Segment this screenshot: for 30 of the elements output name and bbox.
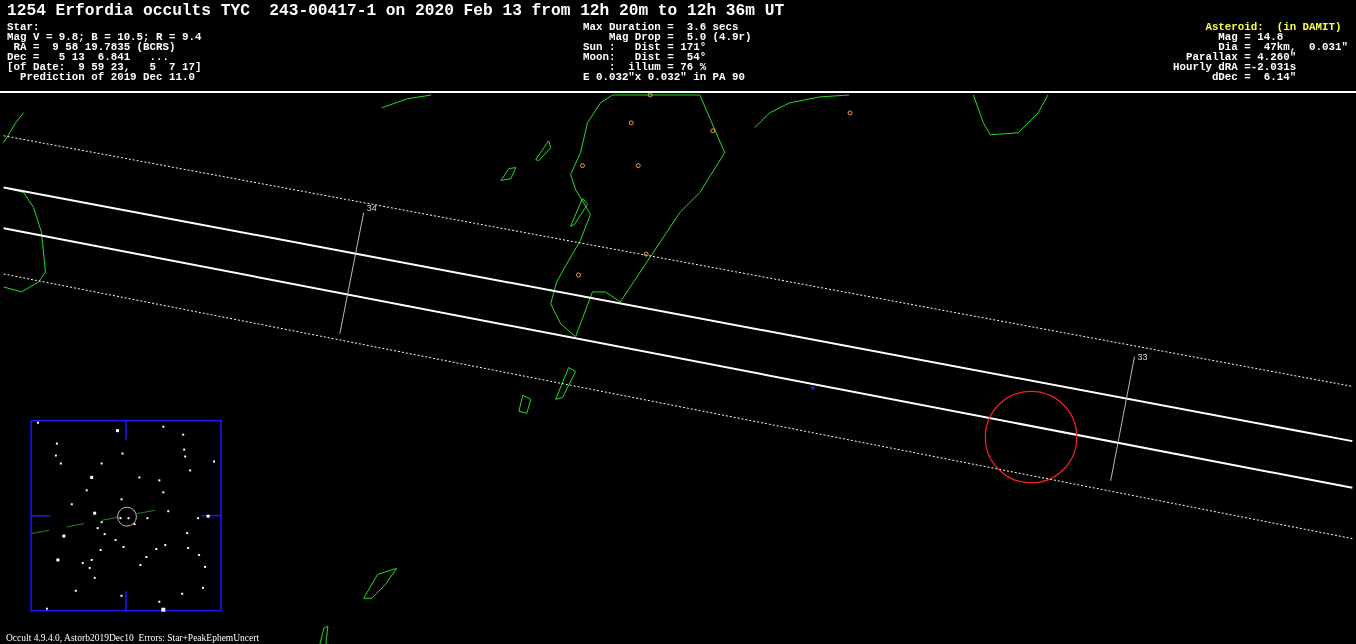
info-line: E 0.032"x 0.032" in PA 90 <box>583 72 746 82</box>
info-line: [of Date: 9 59 23, 5 7 17] <box>7 62 203 72</box>
info-line: Star: <box>7 22 41 32</box>
info-line: Moon: Dist = 54° <box>583 52 708 62</box>
site-marker <box>710 128 716 134</box>
info-line: Sun : Dist = 171° <box>583 42 708 52</box>
site-marker <box>643 251 649 257</box>
info-line: dDec = 6.14" <box>1211 72 1298 82</box>
info-line: RA = 9 58 19.7835 (BCRS) <box>13 42 177 52</box>
info-line: Max Duration = 3.6 secs <box>583 22 739 32</box>
site-marker <box>647 93 653 98</box>
info-line: Dia = 47km, 0.031" <box>1218 42 1349 52</box>
info-line: Hourly dRA =-2.031s <box>1173 62 1298 72</box>
info-line: Prediction of 2019 Dec 11.0 <box>19 72 195 82</box>
info-line: Dec = 5 13 6.841 ... <box>7 52 169 62</box>
site-marker <box>635 163 641 169</box>
info-line: Mag Drop = 5.0 (4.9r) <box>607 32 753 42</box>
info-line: : illum = 76 % <box>608 62 708 72</box>
plot-title: 1254 Erfordia occults TYC 243-00417-1 on 2020 Feb 13 from 12h 20m to 12h 36m UT <box>7 3 786 20</box>
site-marker <box>576 272 582 278</box>
time-label: 34 <box>366 203 377 214</box>
asteroid-heading: Asteroid: (in DAMIT) <box>1204 22 1343 32</box>
footer-text: Occult 4.9.4.0, Astorb2019Dec10 Errors: Star+PeakEphemUncert <box>6 633 260 643</box>
info-line: Mag V = 9.8; B = 10.5; R = 9.4 <box>7 32 203 42</box>
info-line: Parallax = 4.260" <box>1185 52 1298 62</box>
info-line: Mag = 14.8 <box>1217 32 1284 42</box>
time-label: 33 <box>1137 351 1148 362</box>
site-marker <box>847 110 853 116</box>
site-marker <box>628 120 634 126</box>
site-marker <box>580 163 585 169</box>
